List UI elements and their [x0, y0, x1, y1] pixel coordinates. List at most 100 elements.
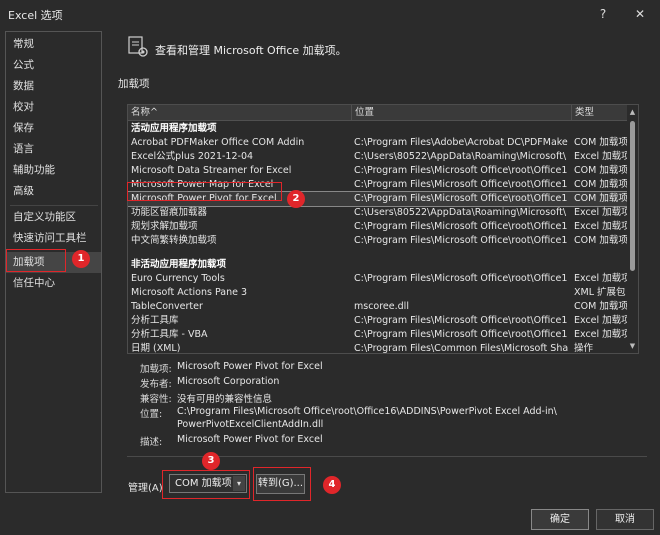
cell-name: 功能区留痕加载器 — [131, 207, 208, 218]
window-title: Excel 选项 — [8, 9, 63, 22]
cell-type: COM 加载项 — [574, 235, 628, 246]
detail-value-location-1: C:\Program Files\Microsoft Office\root\O… — [177, 406, 557, 417]
step-badge-1: 1 — [72, 250, 90, 268]
group-label: 活动应用程序加载项 — [131, 123, 217, 134]
cell-location: C:\Program Files\Microsoft Office\root\O… — [354, 165, 568, 176]
scrollbar-thumb[interactable] — [630, 121, 635, 271]
cell-type: COM 加载项 — [574, 301, 628, 312]
cell-type: COM 加载项 — [574, 179, 628, 190]
main-panel: 查看和管理 Microsoft Office 加载项。 加载项 名称^ 位置 类… — [118, 31, 648, 494]
help-button[interactable]: ? — [592, 4, 614, 24]
table-row[interactable]: 功能区留痕加载器 C:\Users\80522\AppData\Roaming\… — [128, 206, 628, 220]
cell-location: mscoree.dll — [354, 301, 409, 312]
sidebar-item-formulas[interactable]: 公式 — [6, 55, 101, 76]
column-header-name[interactable]: 名称^ — [128, 105, 352, 121]
close-button[interactable]: ✕ — [629, 4, 651, 24]
sidebar-item-customize-ribbon[interactable]: 自定义功能区 — [6, 207, 101, 228]
cell-name: 日期 (XML) — [131, 343, 181, 354]
cell-type: 操作 — [574, 343, 594, 354]
sidebar-item-quick-access-toolbar[interactable]: 快速访问工具栏 — [6, 228, 101, 249]
step-badge-4: 4 — [323, 476, 341, 494]
cell-type: Excel 加载项 — [574, 329, 628, 340]
detail-value-addin: Microsoft Power Pivot for Excel — [177, 361, 323, 372]
cell-name: 中文简繁转换加载项 — [131, 235, 217, 246]
cell-location: C:\Program Files\Common Files\Microsoft … — [354, 343, 568, 354]
table-row[interactable]: Euro Currency Tools C:\Program Files\Mic… — [128, 272, 628, 286]
detail-label-description: 描述: — [140, 437, 163, 448]
table-row[interactable]: 中文简繁转换加载项 C:\Program Files\Microsoft Off… — [128, 234, 628, 248]
ok-button[interactable]: 确定 — [531, 509, 589, 530]
cell-location: C:\Users\80522\AppData\Roaming\Microsoft… — [354, 207, 567, 218]
detail-label-location: 位置: — [140, 409, 163, 420]
detail-value-compat: 没有可用的兼容性信息 — [177, 394, 273, 405]
step-badge-3: 3 — [202, 452, 220, 470]
detail-value-description: Microsoft Power Pivot for Excel — [177, 434, 323, 445]
cell-location: C:\Program Files\Microsoft Office\root\O… — [354, 273, 568, 284]
column-header-location[interactable]: 位置 — [352, 105, 572, 121]
highlight-box-goto-button — [253, 467, 311, 501]
table-row[interactable]: TableConverter mscoree.dll COM 加载项 — [128, 300, 628, 314]
table-row[interactable]: 规划求解加载项 C:\Program Files\Microsoft Offic… — [128, 220, 628, 234]
cell-name: Acrobat PDFMaker Office COM Addin — [131, 137, 305, 148]
detail-value-publisher: Microsoft Corporation — [177, 376, 280, 387]
group-label: 非活动应用程序加载项 — [131, 259, 227, 270]
table-scrollbar[interactable]: ▲ ▼ — [627, 105, 638, 353]
group-header-inactive: 非活动应用程序加载项 — [128, 258, 628, 272]
cell-location: C:\Program Files\Microsoft Office\root\O… — [354, 235, 568, 246]
group-header-active: 活动应用程序加载项 — [128, 122, 628, 136]
cell-type: XML 扩展包 — [574, 287, 626, 298]
sidebar-item-save[interactable]: 保存 — [6, 118, 101, 139]
addins-table: 名称^ 位置 类型 活动应用程序加载项 Acrobat PDFMaker Off… — [127, 104, 639, 354]
cell-name: Microsoft Actions Pane 3 — [131, 287, 248, 298]
cell-name: Excel公式plus 2021-12-04 — [131, 151, 254, 162]
table-row[interactable]: 日期 (XML) C:\Program Files\Common Files\M… — [128, 342, 628, 354]
highlight-box-manage-dropdown — [162, 470, 250, 499]
title-bar: Excel 选项 ? ✕ — [0, 0, 660, 28]
sidebar-item-proofing[interactable]: 校对 — [6, 97, 101, 118]
highlight-box-power-pivot — [127, 182, 282, 201]
table-header: 名称^ 位置 类型 — [128, 105, 628, 121]
scroll-down-icon[interactable]: ▼ — [628, 341, 637, 351]
scroll-up-icon[interactable]: ▲ — [628, 107, 637, 117]
table-row[interactable]: Acrobat PDFMaker Office COM Addin C:\Pro… — [128, 136, 628, 150]
cell-type: Excel 加载项 — [574, 221, 628, 232]
cancel-button[interactable]: 取消 — [596, 509, 654, 530]
detail-label-compat: 兼容性: — [140, 394, 172, 405]
cell-type: COM 加载项 — [574, 193, 628, 204]
cell-name: 规划求解加载项 — [131, 221, 198, 232]
table-row[interactable]: 分析工具库 C:\Program Files\Microsoft Office\… — [128, 314, 628, 328]
cell-name: Microsoft Data Streamer for Excel — [131, 165, 292, 176]
step-badge-2: 2 — [287, 190, 305, 208]
sidebar-item-trust-center[interactable]: 信任中心 — [6, 273, 101, 294]
manage-label: 管理(A) — [128, 483, 163, 494]
cell-name: 分析工具库 — [131, 315, 179, 326]
sidebar-item-general[interactable]: 常规 — [6, 34, 101, 55]
cell-location: C:\Program Files\Adobe\Acrobat DC\PDFMak… — [354, 137, 568, 148]
table-row[interactable]: 分析工具库 - VBA C:\Program Files\Microsoft O… — [128, 328, 628, 342]
detail-label-publisher: 发布者: — [140, 379, 172, 390]
cell-type: Excel 加载项 — [574, 273, 628, 284]
cell-type: Excel 加载项 — [574, 315, 628, 326]
cell-location: C:\Program Files\Microsoft Office\root\O… — [354, 193, 568, 204]
cell-location: C:\Users\80522\AppData\Roaming\Microsoft… — [354, 151, 567, 162]
table-row[interactable]: Excel公式plus 2021-12-04 C:\Users\80522\Ap… — [128, 150, 628, 164]
cell-location: C:\Program Files\Microsoft Office\root\O… — [354, 221, 568, 232]
table-row[interactable]: Microsoft Actions Pane 3 XML 扩展包 — [128, 286, 628, 300]
cell-type: Excel 加载项 — [574, 207, 628, 218]
highlight-box-addins — [6, 249, 66, 272]
sidebar-item-accessibility[interactable]: 辅助功能 — [6, 160, 101, 181]
page-title: 查看和管理 Microsoft Office 加载项。 — [155, 44, 347, 57]
sidebar-divider — [10, 205, 98, 206]
sidebar-item-language[interactable]: 语言 — [6, 139, 101, 160]
table-row[interactable]: Microsoft Data Streamer for Excel C:\Pro… — [128, 164, 628, 178]
cell-name: Euro Currency Tools — [131, 273, 225, 284]
sidebar-item-data[interactable]: 数据 — [6, 76, 101, 97]
detail-value-location-2: PowerPivotExcelClientAddIn.dll — [177, 419, 324, 430]
detail-label-addin: 加载项: — [140, 364, 172, 375]
addins-section-label: 加载项 — [118, 78, 150, 90]
column-header-type[interactable]: 类型 — [572, 105, 628, 121]
cell-location: C:\Program Files\Microsoft Office\root\O… — [354, 179, 568, 190]
cell-type: COM 加载项 — [574, 165, 628, 176]
sidebar-item-advanced[interactable]: 高级 — [6, 181, 101, 202]
cell-type: Excel 加载项 — [574, 151, 628, 162]
